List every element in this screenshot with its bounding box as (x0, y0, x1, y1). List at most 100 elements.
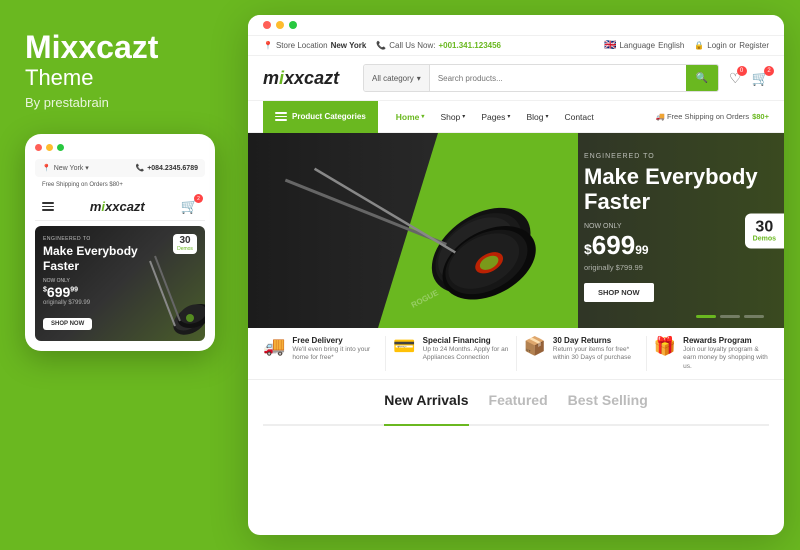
store-phone: 📞 Call Us Now: +001.341.123456 (376, 41, 501, 50)
feature-financing-desc: Up to 24 Months. Apply for an Appliances… (423, 346, 509, 363)
feature-sep-3 (646, 336, 647, 371)
product-tabs-list: New Arrivals Featured Best Selling (263, 392, 769, 426)
brand-subtitle: Theme (25, 65, 215, 91)
feature-special-financing: 💳 Special Financing Up to 24 Months. App… (393, 336, 508, 371)
feature-rewards-program: 🎁 Rewards Program Join our loyalty progr… (654, 336, 769, 371)
nav-shop[interactable]: Shop ▾ (432, 101, 473, 133)
phone-icon: 📞 (135, 164, 144, 172)
hero-originally: originally $799.99 (584, 263, 764, 272)
hero-content: ENGINEERED TO Make Everybody Faster NOW … (584, 153, 764, 302)
mobile-location: 📍 New York ▾ (42, 164, 89, 172)
language-selector[interactable]: 🇬🇧 Language English (604, 40, 684, 51)
mobile-dot-red (35, 144, 42, 151)
returns-icon: 📦 (524, 336, 546, 357)
chevron-down-icon: ▾ (417, 74, 421, 83)
phone-icon: 📞 (376, 41, 386, 50)
feature-delivery-text: Free Delivery We'll even bring it into y… (292, 336, 378, 363)
hero-demos-badge: 30 Demos (745, 213, 784, 248)
store-location-value: New York (331, 41, 367, 50)
store-location: 📍 Store Location New York (263, 41, 366, 50)
search-input[interactable] (430, 65, 686, 91)
login-register[interactable]: 🔒 Login or Register (694, 41, 769, 50)
hero-section: ROGUE ENGINEERED TO Make Everybody Faste… (248, 133, 784, 328)
rewards-icon: 🎁 (654, 336, 676, 357)
left-panel: Mixxcazt Theme By prestabrain 📍 New York… (0, 0, 240, 550)
mobile-dot-green (57, 144, 64, 151)
hero-dot-3[interactable] (744, 315, 764, 318)
feature-sep-2 (516, 336, 517, 371)
free-shipping-notice: 🚚 Free Shipping on Orders $80+ (656, 112, 769, 121)
feature-rewards-title: Rewards Program (683, 336, 769, 345)
search-category-dropdown[interactable]: All category ▾ (364, 65, 430, 91)
product-tabs-section: New Arrivals Featured Best Selling (248, 380, 784, 434)
product-categories-button[interactable]: Product Categories (263, 101, 378, 133)
feature-financing-title: Special Financing (423, 336, 509, 345)
feature-delivery-title: Free Delivery (292, 336, 378, 345)
hero-shop-now-button[interactable]: SHOP NOW (584, 283, 654, 302)
hero-dot-2[interactable] (720, 315, 740, 318)
cart-badge: 2 (764, 66, 774, 76)
hero-demos-number: 30 (753, 219, 776, 235)
store-location-label: Store Location (276, 41, 328, 50)
desktop-logo: mixxcazt (263, 68, 353, 89)
hero-demos-label: Demos (753, 235, 776, 242)
mobile-topbar: 📍 New York ▾ 📞 +084.2345.6789 (35, 159, 205, 177)
nav-links: Home ▾ Shop ▾ Pages ▾ Blog ▾ Contact (378, 101, 656, 133)
mobile-dot-yellow (46, 144, 53, 151)
logo-bar: mixxcazt All category ▾ 🔍 ♡ 0 🛒 2 (248, 56, 784, 101)
nav-home[interactable]: Home ▾ (388, 101, 433, 133)
tab-new-arrivals[interactable]: New Arrivals (384, 392, 468, 416)
mobile-cart-badge: 2 (194, 194, 203, 203)
mobile-logo: mixxcazt (90, 199, 145, 214)
header-icons: ♡ 0 🛒 2 (729, 70, 769, 87)
language-label: Language (619, 41, 655, 50)
features-bar: 🚚 Free Delivery We'll even bring it into… (248, 328, 784, 380)
mobile-window-dots (35, 144, 205, 151)
hero-now-only: NOW ONLY (584, 223, 764, 230)
desktop-window-dots-bar (248, 15, 784, 36)
nav-contact[interactable]: Contact (556, 101, 601, 133)
search-button[interactable]: 🔍 (686, 65, 718, 91)
hero-tag: ENGINEERED TO (584, 153, 764, 160)
hamburger-icon[interactable] (42, 202, 54, 211)
hero-price-cents: 99 (635, 243, 648, 257)
feature-free-delivery: 🚚 Free Delivery We'll even bring it into… (263, 336, 378, 371)
svg-text:ROGUE: ROGUE (410, 288, 441, 310)
brand-title: Mixxcazt (25, 30, 215, 65)
mobile-free-shipping: Free Shipping on Orders $80+ (35, 182, 205, 188)
product-categories-label: Product Categories (292, 112, 366, 121)
mobile-nav: mixxcazt 🛒 2 (35, 193, 205, 221)
mobile-golf-svg (140, 251, 205, 341)
wishlist-icon[interactable]: ♡ 0 (729, 70, 742, 87)
location-icon: 📍 (263, 41, 273, 50)
search-category-label: All category (372, 74, 414, 83)
wishlist-badge: 0 (737, 66, 747, 76)
hamburger-icon (275, 112, 287, 121)
login-label: Login or (707, 41, 736, 50)
desktop-dot-yellow (276, 21, 284, 29)
feature-financing-text: Special Financing Up to 24 Months. Apply… (423, 336, 509, 363)
nav-pages[interactable]: Pages ▾ (473, 101, 518, 133)
nav-blog[interactable]: Blog ▾ (518, 101, 556, 133)
mobile-phone: 📞 +084.2345.6789 (135, 164, 198, 172)
hero-slider-dots (696, 315, 764, 318)
mobile-hero: ENGINEERED TO Make EverybodyFaster NOW O… (35, 226, 205, 341)
feature-returns-title: 30 Day Returns (553, 336, 639, 345)
feature-rewards-text: Rewards Program Join our loyalty program… (683, 336, 769, 371)
tab-featured[interactable]: Featured (489, 392, 548, 416)
desktop-dot-green (289, 21, 297, 29)
delivery-icon: 🚚 (263, 336, 285, 357)
mobile-shop-now-button[interactable]: SHOP NOW (43, 318, 92, 330)
mobile-cart-button[interactable]: 🛒 2 (181, 198, 198, 215)
location-icon: 📍 (42, 164, 51, 172)
desktop-mockup: 📍 Store Location New York 📞 Call Us Now:… (248, 15, 784, 535)
navigation-bar: Product Categories Home ▾ Shop ▾ Pages ▾… (248, 101, 784, 133)
feature-delivery-desc: We'll even bring it into your home for f… (292, 346, 378, 363)
search-bar: All category ▾ 🔍 (363, 64, 719, 92)
mobile-mockup: 📍 New York ▾ 📞 +084.2345.6789 Free Shipp… (25, 134, 215, 351)
tab-best-selling[interactable]: Best Selling (568, 392, 648, 416)
feature-returns-text: 30 Day Returns Return your items for fre… (553, 336, 639, 363)
cart-icon[interactable]: 🛒 2 (752, 70, 769, 87)
feature-returns-desc: Return your items for free* within 30 Da… (553, 346, 639, 363)
hero-dot-1[interactable] (696, 315, 716, 318)
